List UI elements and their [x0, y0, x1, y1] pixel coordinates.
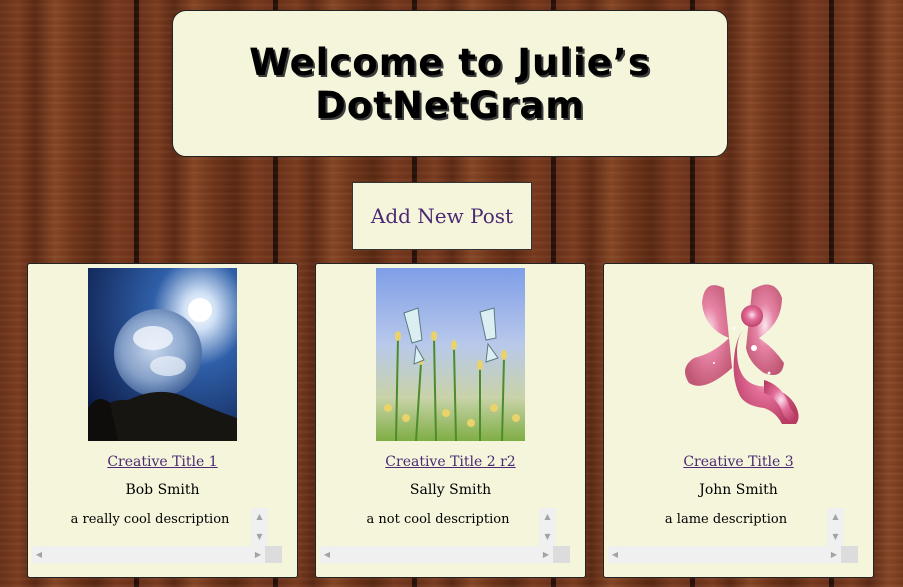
page-title: Welcome to Julie’s DotNetGram: [249, 40, 651, 127]
post-title-link[interactable]: Creative Title 2 r2: [316, 454, 585, 470]
post-description: a lame description: [664, 512, 788, 527]
horizontal-scrollbar[interactable]: ◀ ▶: [32, 546, 265, 563]
description-textarea[interactable]: a not cool description ▲ ▼ ◀ ▶: [320, 508, 570, 565]
post-author: John Smith: [699, 482, 778, 498]
post-image: [664, 268, 813, 441]
scroll-down-icon[interactable]: ▼: [251, 528, 268, 545]
scroll-right-icon[interactable]: ▶: [251, 546, 265, 563]
page-header: Welcome to Julie’s DotNetGram: [172, 10, 728, 157]
scroll-up-icon[interactable]: ▲: [827, 508, 844, 525]
post-title-link[interactable]: Creative Title 1: [28, 454, 297, 470]
post-card: Creative Title 3 John Smith a lame descr…: [603, 263, 874, 578]
post-author: Bob Smith: [125, 482, 200, 498]
scroll-right-icon[interactable]: ▶: [827, 546, 841, 563]
resize-corner[interactable]: [841, 546, 858, 563]
post-description: a really cool description: [70, 512, 230, 527]
post-image: [88, 268, 237, 441]
post-author: Sally Smith: [409, 482, 492, 498]
description-textarea[interactable]: a really cool description ▲ ▼ ◀ ▶: [32, 508, 282, 565]
post-image: [376, 268, 525, 441]
scroll-up-icon[interactable]: ▲: [539, 508, 556, 525]
vertical-scrollbar[interactable]: ▲ ▼: [539, 508, 556, 546]
vertical-scrollbar[interactable]: ▲ ▼: [827, 508, 844, 546]
resize-corner[interactable]: [553, 546, 570, 563]
vertical-scrollbar[interactable]: ▲ ▼: [251, 508, 268, 546]
scroll-down-icon[interactable]: ▼: [539, 528, 556, 545]
scroll-left-icon[interactable]: ◀: [32, 546, 46, 563]
scroll-down-icon[interactable]: ▼: [827, 528, 844, 545]
add-new-post-button[interactable]: Add New Post: [352, 182, 532, 250]
resize-corner[interactable]: [265, 546, 282, 563]
description-textarea[interactable]: a lame description ▲ ▼ ◀ ▶: [608, 508, 858, 565]
post-title-link[interactable]: Creative Title 3: [604, 454, 873, 470]
post-card: Creative Title 1 Bob Smith a really cool…: [27, 263, 298, 578]
post-description: a not cool description: [366, 512, 510, 527]
horizontal-scrollbar[interactable]: ◀ ▶: [320, 546, 553, 563]
scroll-up-icon[interactable]: ▲: [251, 508, 268, 525]
scroll-left-icon[interactable]: ◀: [320, 546, 334, 563]
scroll-left-icon[interactable]: ◀: [608, 546, 622, 563]
post-card: Creative Title 2 r2 Sally Smith a not co…: [315, 263, 586, 578]
scroll-right-icon[interactable]: ▶: [539, 546, 553, 563]
horizontal-scrollbar[interactable]: ◀ ▶: [608, 546, 841, 563]
